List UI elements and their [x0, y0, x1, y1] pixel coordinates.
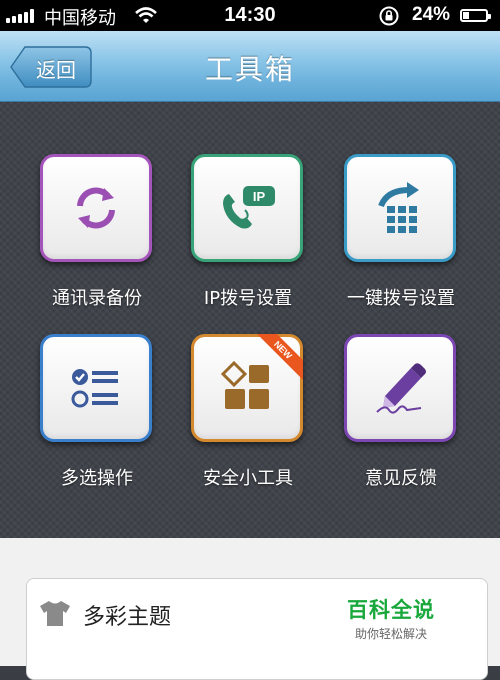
tool-one-key-dial[interactable]: 一键拨号设置: [336, 154, 466, 324]
new-badge: NEW: [255, 334, 303, 382]
rotation-lock-icon: [379, 6, 399, 26]
tshirt-icon: [40, 601, 70, 626]
tool-label: 安全小工具: [203, 468, 293, 489]
watermark-subtitle: 助你轻松解决: [354, 627, 427, 641]
settings-list: 多彩主题 百科全说 助你轻松解决: [0, 538, 500, 680]
tool-label: 意见反馈: [365, 468, 437, 489]
status-bar: 中国移动 14:30 24%: [0, 0, 500, 31]
tool-label: 多选操作: [61, 468, 133, 489]
tool-label: IP拨号设置: [203, 288, 293, 309]
page-title: 工具箱: [204, 53, 295, 86]
tool-tile[interactable]: [344, 334, 456, 442]
battery-fill: [463, 12, 469, 19]
phone-ip-icon: IP: [223, 186, 275, 229]
tool-multi-select[interactable]: 多选操作: [32, 334, 162, 504]
battery-percent: 24%: [412, 4, 451, 25]
nav-bar: 返回 工具箱: [0, 31, 500, 102]
tool-feedback[interactable]: 意见反馈: [336, 334, 466, 504]
list-item-label: 多彩主题: [83, 605, 172, 630]
tool-tile[interactable]: [40, 154, 152, 262]
sync-icon: [77, 187, 115, 229]
svg-text:IP: IP: [253, 189, 266, 204]
tool-tile[interactable]: IP: [191, 154, 303, 262]
grid-share-icon: [378, 182, 419, 233]
battery-icon: [460, 9, 491, 22]
watermark-logo: 百科全说 助你轻松解决: [322, 592, 460, 644]
pencil-sign-icon: [376, 363, 426, 414]
tool-contacts-backup[interactable]: 通讯录备份: [32, 154, 162, 324]
checklist-icon: [71, 369, 118, 408]
tool-tile[interactable]: NEW: [191, 334, 303, 442]
tool-label: 通讯录备份: [52, 288, 142, 309]
tool-tile[interactable]: [344, 154, 456, 262]
tool-grid: 通讯录备份 IP IP拨号设置 一键拨号设置 多选操作 NEW 安全小工具 意见…: [0, 102, 500, 538]
watermark-title: 百科全说: [347, 598, 435, 622]
tool-label: 一键拨号设置: [347, 288, 455, 309]
tool-ip-dial[interactable]: IP IP拨号设置: [183, 154, 313, 324]
tool-security[interactable]: NEW 安全小工具: [183, 334, 313, 504]
tool-tile[interactable]: [40, 334, 152, 442]
